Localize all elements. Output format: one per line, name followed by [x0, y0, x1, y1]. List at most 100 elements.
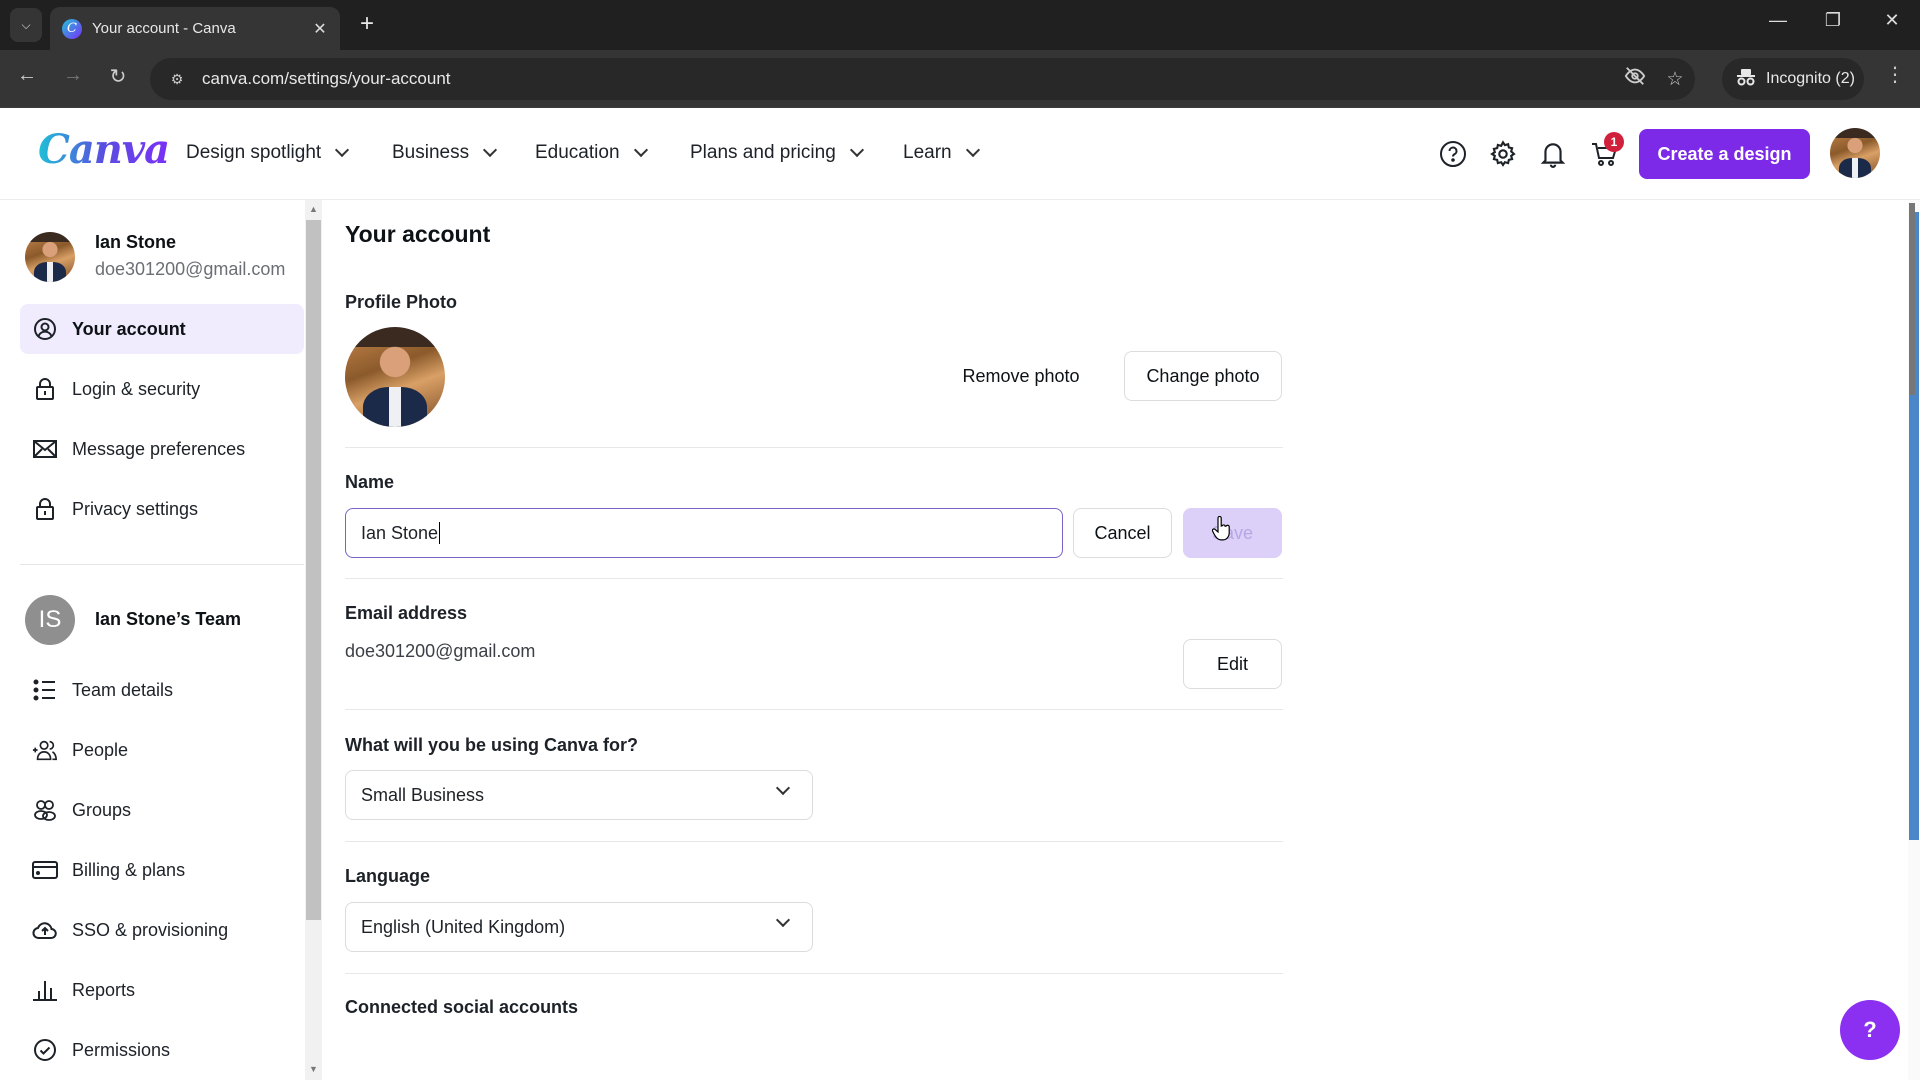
nav-business[interactable]: Business: [392, 142, 498, 164]
help-floating-button[interactable]: ?: [1840, 1000, 1900, 1060]
bookmark-star-icon[interactable]: ☆: [1655, 68, 1695, 91]
sidebar-item-label: Login & security: [72, 378, 201, 399]
nav-label: Business: [392, 142, 470, 163]
sidebar-item-people[interactable]: People: [20, 725, 304, 775]
help-icon[interactable]: [1437, 138, 1469, 170]
language-select[interactable]: English (United Kingdom): [345, 902, 813, 952]
language-label: Language: [345, 866, 431, 886]
nav-label: Plans and pricing: [690, 142, 836, 163]
notifications-bell-icon[interactable]: [1537, 138, 1569, 170]
site-settings-icon[interactable]: ⚙: [164, 66, 190, 92]
create-a-design-button[interactable]: Create a design: [1639, 129, 1810, 179]
sidebar-item-label: SSO & provisioning: [72, 919, 229, 940]
page-title: Your account: [345, 221, 491, 247]
chevron-down-icon: [335, 142, 350, 158]
browser-tab-bar: ⌵ C Your account - Canva ✕ + — ❐ ✕: [0, 0, 1920, 50]
sidebar-item-label: People: [72, 739, 129, 760]
nav-label: Learn: [903, 142, 952, 163]
browser-tab[interactable]: C Your account - Canva ✕: [50, 7, 340, 50]
back-icon[interactable]: ←: [12, 64, 42, 87]
incognito-icon: [1736, 68, 1756, 91]
sidebar-item-team-details[interactable]: Team details: [20, 665, 304, 715]
section-divider: [345, 709, 1283, 710]
chevron-down-icon: [483, 142, 498, 158]
hand-pointer-cursor-icon: [1211, 515, 1232, 547]
nav-learn[interactable]: Learn: [903, 142, 980, 164]
scroll-up-arrow-icon[interactable]: ▲: [305, 204, 322, 214]
address-bar[interactable]: ⚙ canva.com/settings/your-account ☆: [150, 58, 1695, 100]
chevron-down-icon: [965, 142, 980, 158]
remove-photo-button[interactable]: Remove photo: [940, 351, 1102, 401]
sidebar-item-label: Permissions: [72, 1039, 171, 1060]
user-avatar[interactable]: [1830, 128, 1880, 178]
tab-list-button[interactable]: ⌵: [10, 8, 42, 42]
sidebar-scrollbar-thumb[interactable]: [306, 220, 321, 920]
canva-header: Canva Design spotlight Business Educatio…: [0, 108, 1920, 200]
section-divider: [345, 973, 1283, 974]
cancel-button[interactable]: Cancel: [1073, 508, 1172, 558]
eye-off-icon[interactable]: [1615, 65, 1655, 93]
usage-select[interactable]: Small Business: [345, 770, 813, 820]
close-window-icon[interactable]: ✕: [1872, 10, 1912, 31]
save-button[interactable]: Save: [1183, 508, 1282, 558]
reload-icon[interactable]: ↻: [103, 64, 133, 89]
restore-icon[interactable]: ❐: [1813, 10, 1853, 31]
canva-favicon-icon: C: [62, 18, 82, 39]
usage-label: What will you be using Canva for?: [345, 735, 639, 755]
lock-icon: [32, 496, 58, 522]
minimize-icon[interactable]: —: [1758, 10, 1798, 31]
chevron-down-icon: [775, 780, 791, 796]
text-caret: [439, 522, 441, 544]
user-circle-icon: [32, 316, 58, 342]
sidebar-item-label: Groups: [72, 799, 132, 820]
section-divider: [345, 447, 1283, 448]
browser-menu-icon[interactable]: ⋮: [1880, 62, 1910, 87]
cart-count-badge: 1: [1604, 132, 1624, 152]
name-input[interactable]: Ian Stone: [345, 508, 1063, 558]
chevron-down-icon: [775, 912, 791, 928]
new-tab-button[interactable]: +: [352, 10, 382, 38]
chevron-down-icon: [849, 142, 864, 158]
sidebar-item-label: Your account: [72, 318, 186, 339]
sidebar-item-billing-plans[interactable]: Billing & plans: [20, 845, 304, 895]
team-avatar: IS: [25, 595, 75, 645]
forward-icon[interactable]: →: [58, 64, 88, 87]
incognito-indicator[interactable]: Incognito (2): [1722, 58, 1864, 100]
sidebar-user-name: Ian Stone: [95, 232, 177, 252]
sidebar-item-label: Team details: [72, 679, 174, 700]
sidebar-item-label: Message preferences: [72, 438, 246, 459]
sidebar-item-your-account[interactable]: Your account: [20, 304, 304, 354]
canva-logo[interactable]: Canva: [38, 126, 170, 173]
tab-title: Your account - Canva: [92, 20, 236, 37]
sidebar-item-groups[interactable]: Groups: [20, 785, 304, 835]
groups-icon: [32, 797, 58, 823]
sidebar-item-permissions[interactable]: Permissions: [20, 1025, 304, 1075]
section-divider: [345, 841, 1283, 842]
sidebar-item-login-security[interactable]: Login & security: [20, 364, 304, 414]
nav-design-spotlight[interactable]: Design spotlight: [186, 142, 350, 164]
nav-plans-and-pricing[interactable]: Plans and pricing: [690, 142, 864, 164]
nav-education[interactable]: Education: [535, 142, 648, 164]
incognito-label: Incognito (2): [1766, 70, 1855, 87]
page-scrollbar-thumb-overlay: [1909, 203, 1915, 395]
connected-social-accounts-label: Connected social accounts: [345, 997, 579, 1017]
sidebar-item-reports[interactable]: Reports: [20, 965, 304, 1015]
sidebar-item-label: Billing & plans: [72, 859, 186, 880]
close-tab-icon[interactable]: ✕: [308, 19, 332, 39]
settings-gear-icon[interactable]: [1487, 138, 1519, 170]
team-name: Ian Stone’s Team: [95, 609, 242, 629]
sidebar-item-label: Reports: [72, 979, 136, 1000]
edit-email-button[interactable]: Edit: [1183, 639, 1282, 689]
profile-photo-label: Profile Photo: [345, 292, 457, 312]
sidebar-item-privacy-settings[interactable]: Privacy settings: [20, 484, 304, 534]
email-label: Email address: [345, 603, 468, 623]
scroll-down-arrow-icon[interactable]: ▼: [305, 1064, 322, 1074]
sidebar-item-message-preferences[interactable]: Message preferences: [20, 424, 304, 474]
url-text[interactable]: canva.com/settings/your-account: [202, 69, 1615, 89]
envelope-icon: [32, 436, 58, 462]
list-icon: [32, 677, 58, 703]
sidebar-item-sso-provisioning[interactable]: SSO & provisioning: [20, 905, 304, 955]
change-photo-button[interactable]: Change photo: [1124, 351, 1282, 401]
browser-toolbar: ← → ↻ ⚙ canva.com/settings/your-account …: [0, 50, 1920, 108]
nav-label: Design spotlight: [186, 142, 322, 163]
